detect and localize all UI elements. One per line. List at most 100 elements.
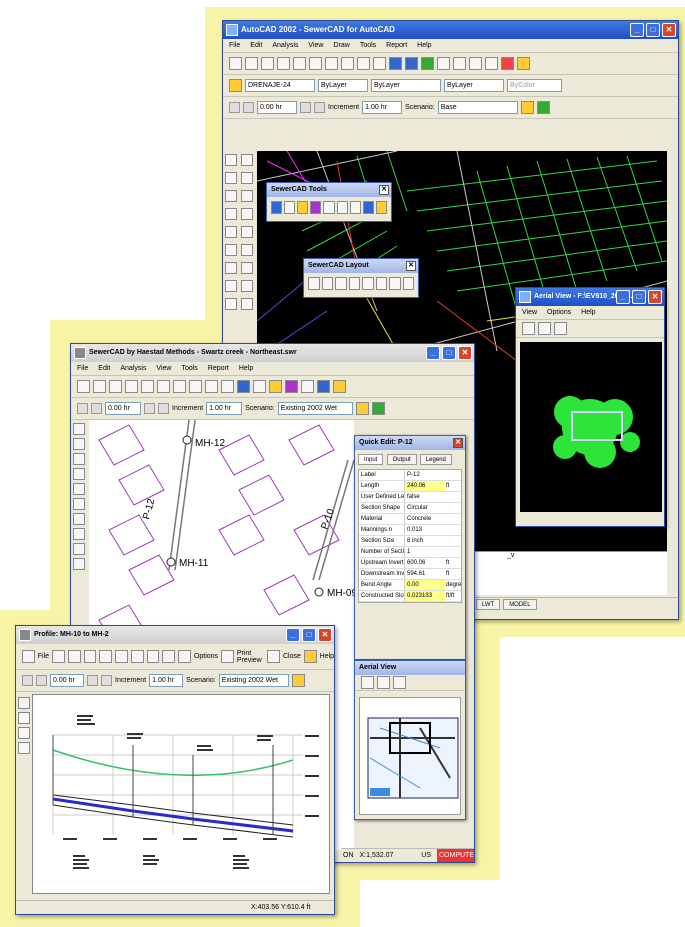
menu-view[interactable]: View <box>308 42 323 49</box>
sc-menu-edit[interactable]: Edit <box>98 365 110 372</box>
zoom-in-icon[interactable] <box>522 322 535 335</box>
wetwell-icon[interactable] <box>362 277 374 290</box>
status-lwt[interactable]: LWT <box>476 599 501 610</box>
close-icon[interactable]: ✕ <box>406 261 416 271</box>
print-preview-icon[interactable] <box>221 650 234 663</box>
close-button[interactable]: ✕ <box>458 346 472 360</box>
property-value[interactable]: 0.013 <box>405 525 445 535</box>
select-arrow-icon[interactable] <box>308 277 320 290</box>
ellipse-icon[interactable] <box>225 226 237 238</box>
manhole-icon[interactable] <box>73 453 85 465</box>
status-model[interactable]: MODEL <box>503 599 537 610</box>
property-row[interactable]: User Defined Len false <box>359 492 461 503</box>
sc-status-compute[interactable]: COMPUTE <box>437 849 474 862</box>
undo-icon[interactable] <box>357 57 370 70</box>
undo-icon[interactable] <box>52 650 65 663</box>
pan-icon[interactable] <box>141 380 154 393</box>
mirror-icon[interactable] <box>241 298 253 310</box>
profile-icon[interactable] <box>301 380 314 393</box>
flextables-icon[interactable] <box>269 380 282 393</box>
profile-icon[interactable] <box>336 201 348 214</box>
property-row[interactable]: Section Size 8 inch <box>359 536 461 547</box>
step-forward-button[interactable] <box>87 675 98 686</box>
zoom-extents-icon[interactable] <box>205 380 218 393</box>
scenario-dropdown[interactable]: Base <box>437 101 518 114</box>
sc-menu-analysis[interactable]: Analysis <box>120 365 146 372</box>
zoom-previous-icon[interactable] <box>485 57 498 70</box>
erase-icon[interactable] <box>241 280 253 292</box>
sc-scenario-dropdown[interactable]: Existing 2002 Wet <box>277 402 353 415</box>
maximize-button[interactable]: □ <box>442 346 456 360</box>
line-icon[interactable] <box>18 712 30 724</box>
open-icon[interactable] <box>93 380 106 393</box>
compute-icon[interactable] <box>371 402 385 415</box>
pipe-icon[interactable] <box>321 277 333 290</box>
property-row[interactable]: Upstream Invert 600.06 ft <box>359 558 461 569</box>
reports-icon[interactable] <box>323 201 335 214</box>
zoom-window-icon[interactable] <box>99 650 113 663</box>
minimize-button[interactable]: _ <box>630 23 644 37</box>
gravity-icon[interactable] <box>73 528 85 540</box>
pan-icon[interactable] <box>437 57 450 70</box>
linetype-dropdown[interactable]: ByLayer <box>371 79 441 92</box>
property-row[interactable]: Mannings n 0.013 <box>359 525 461 536</box>
save-icon[interactable] <box>261 57 274 70</box>
help-bulb-icon[interactable] <box>333 380 346 393</box>
profile-close-button[interactable]: Close <box>283 653 301 660</box>
wetwell-icon[interactable] <box>73 483 85 495</box>
graphs-icon[interactable] <box>285 380 298 393</box>
zoom-previous-icon[interactable] <box>221 380 234 393</box>
layer-dropdown[interactable]: DRENAJE-24 <box>245 79 315 92</box>
select-arrow-icon[interactable] <box>73 423 85 435</box>
property-value[interactable]: 1 <box>405 547 445 557</box>
property-row[interactable]: Section Shape Circular <box>359 503 461 514</box>
close-icon[interactable]: ✕ <box>453 438 463 448</box>
property-row[interactable]: Number of Sectio 1 <box>359 547 461 558</box>
junction-icon[interactable] <box>73 468 85 480</box>
step-back-button[interactable] <box>36 675 47 686</box>
gravity-icon[interactable] <box>402 277 414 290</box>
help-question-icon[interactable] <box>303 650 317 663</box>
options-icon[interactable] <box>178 650 191 663</box>
aerial-menu-help[interactable]: Help <box>581 309 595 316</box>
profile-time-field[interactable]: 0.00 hr <box>50 674 84 687</box>
property-value[interactable]: 240.06 <box>405 481 445 491</box>
text-icon[interactable] <box>18 742 30 754</box>
print-icon[interactable] <box>277 57 290 70</box>
zoom-extents-icon[interactable] <box>146 650 160 663</box>
properties-icon[interactable] <box>421 57 434 70</box>
zoom-in-icon[interactable] <box>115 650 128 663</box>
tab-input[interactable]: Input <box>358 454 384 465</box>
zoom-out-icon[interactable] <box>189 380 202 393</box>
alternatives-icon[interactable] <box>253 380 266 393</box>
profile-scenario-dropdown[interactable]: Existing 2002 Wet <box>218 674 289 687</box>
step-back-button[interactable] <box>243 102 254 113</box>
redo-icon[interactable] <box>373 57 386 70</box>
globe-icon[interactable] <box>317 380 330 393</box>
zoom-out-icon[interactable] <box>130 650 144 663</box>
compute-icon[interactable] <box>536 101 550 114</box>
maximize-button[interactable]: □ <box>632 290 646 304</box>
sc-menu-report[interactable]: Report <box>208 365 229 372</box>
select-arrow-icon[interactable] <box>18 697 30 709</box>
tab-legend[interactable]: Legend <box>419 454 452 465</box>
paste-icon[interactable] <box>341 57 354 70</box>
step-forward-button[interactable] <box>144 403 155 414</box>
rectangle-icon[interactable] <box>18 727 30 739</box>
zoom-out-icon[interactable] <box>538 322 551 335</box>
close-button[interactable]: ✕ <box>318 628 332 642</box>
zoom-previous-icon[interactable] <box>162 650 176 663</box>
globe-icon[interactable] <box>362 201 374 214</box>
region-icon[interactable] <box>241 262 253 274</box>
property-value[interactable]: 594.61 <box>405 569 445 579</box>
maximize-button[interactable]: □ <box>302 628 316 642</box>
fast-forward-button[interactable] <box>314 102 325 113</box>
menu-help[interactable]: Help <box>417 42 431 49</box>
property-row[interactable]: Bend Angle 0.00 degre <box>359 580 461 591</box>
zoom-global-icon[interactable] <box>554 322 567 335</box>
aerial-small-map[interactable] <box>359 697 461 815</box>
new-icon[interactable] <box>77 380 90 393</box>
minimize-button[interactable]: _ <box>616 290 630 304</box>
aerial-menu-view[interactable]: View <box>522 309 537 316</box>
cut-icon[interactable] <box>309 57 322 70</box>
